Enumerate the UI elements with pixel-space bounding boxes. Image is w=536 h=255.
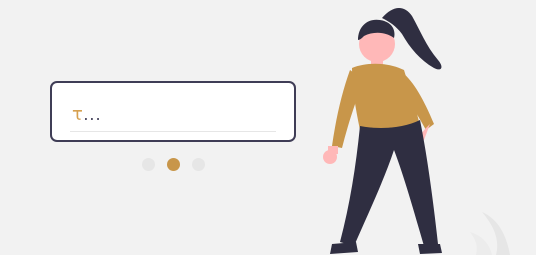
- pants: [340, 120, 438, 246]
- left-shoe: [330, 242, 358, 254]
- plant-leaf-left: [470, 232, 492, 255]
- right-shoe: [418, 244, 442, 254]
- onboarding-scene: τ...: [0, 0, 536, 255]
- person-illustration-icon: [323, 7, 510, 255]
- shirt: [352, 63, 420, 132]
- left-wrist: [328, 146, 338, 154]
